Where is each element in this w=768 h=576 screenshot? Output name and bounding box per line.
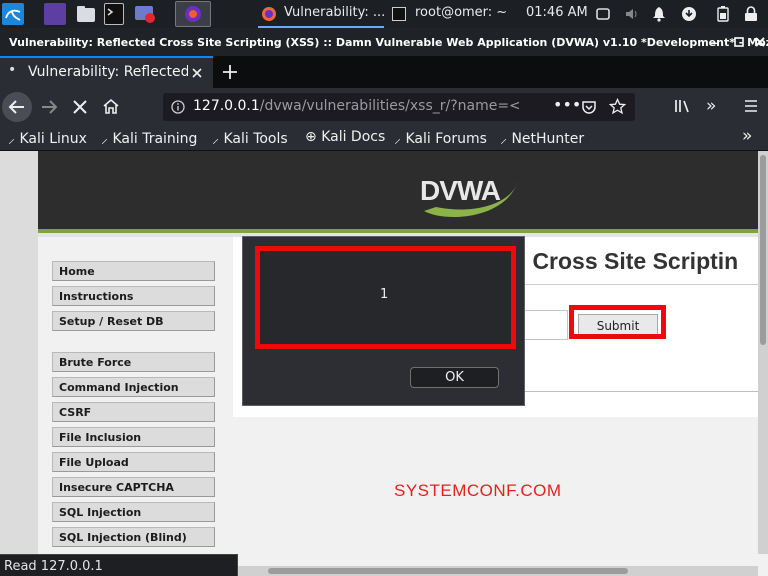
url-path: /dvwa/vulnerabilities/xss_r/?name=<scrip [259,98,519,114]
bookmark-kali-tools[interactable]: ⸝ Kali Tools [212,129,288,148]
battery-icon[interactable] [717,6,729,22]
alert-highlight-box [255,246,516,349]
taskbar-terminal-label: root@omer: ~ [415,5,508,20]
dvwa-header: DVWA [38,151,768,233]
url-bar[interactable]: 127.0.0.1/dvwa/vulnerabilities/xss_r/?na… [163,93,635,121]
bookmark-kali-forums[interactable]: ⸝ Kali Forums [394,129,487,148]
menu-setup-reset[interactable]: Setup / Reset DB [52,311,215,331]
tab-favicon-icon: • [8,62,17,78]
volume-icon[interactable] [624,6,640,22]
clock[interactable]: 01:46 AM [526,5,588,20]
navigation-toolbar: 127.0.0.1/dvwa/vulnerabilities/xss_r/?na… [0,88,768,126]
dvwa-logo-text: DVWA [420,175,501,206]
site-info-icon[interactable] [171,100,185,114]
menu-file-upload[interactable]: File Upload [52,452,215,472]
forward-arrow-icon[interactable] [40,99,58,115]
close-tab-icon[interactable] [192,68,202,78]
home-icon[interactable] [102,98,120,115]
menu-instructions[interactable]: Instructions [52,286,215,306]
horizontal-scrollbar[interactable] [238,566,758,576]
update-icon[interactable] [681,6,697,22]
menu-csrf[interactable]: CSRF [52,402,215,422]
workspace-icon[interactable] [44,3,66,25]
tab-label: Vulnerability: Reflected C [28,64,188,80]
watermark: SYSTEMCONF.COM [394,481,562,500]
ok-button[interactable]: OK [410,367,499,388]
notification-bell-icon[interactable] [652,6,666,22]
url-text[interactable]: 127.0.0.1/dvwa/vulnerabilities/xss_r/?na… [193,98,519,114]
window-switch-icon[interactable] [596,7,610,21]
menu-brute-force[interactable]: Brute Force [52,352,215,372]
status-bar: Read 127.0.0.1 [0,554,238,576]
bookmark-kali-docs[interactable]: ⊕ Kali Docs [305,129,385,145]
kali-menu-icon[interactable] [2,3,24,25]
menu-sql-injection[interactable]: SQL Injection [52,502,215,522]
bookmark-label: Kali Docs [321,129,386,145]
back-button[interactable] [2,92,32,122]
kali-dragon-icon: ⸝ [8,131,15,147]
close-window-icon[interactable] [755,37,765,47]
dvwa-logo: DVWA [416,163,526,223]
url-host: 127.0.0.1 [193,98,260,114]
file-manager-icon[interactable] [76,3,96,25]
firefox-launcher-icon[interactable] [175,1,211,27]
tab-strip: • Vulnerability: Reflected C [0,56,768,88]
menu-home[interactable]: Home [52,261,215,281]
menu-command-injection[interactable]: Command Injection [52,377,215,397]
bookmark-kali-training[interactable]: ⸝ Kali Training [101,129,197,148]
bookmark-label: Kali Linux [19,131,87,147]
window-titlebar: Vulnerability: Reflected Cross Site Scri… [0,28,768,56]
screen-recorder-icon[interactable] [134,3,156,25]
terminal-icon[interactable] [104,3,124,25]
kali-dragon-icon: ⸝ [101,131,108,147]
taskbar-firefox-label: Vulnerability: ... [284,5,386,20]
bookmark-label: Kali Training [112,131,198,147]
lock-screen-icon[interactable] [744,6,758,22]
name-input[interactable] [520,310,568,340]
kali-dragon-icon: ⸝ [500,131,507,147]
bookmarks-overflow-icon[interactable]: » [742,126,752,146]
bookmark-kali-linux[interactable]: ⸝ Kali Linux [8,129,87,148]
stop-loading-icon[interactable] [72,99,88,115]
overflow-chevron-icon[interactable]: » [706,96,716,116]
page-actions-icon[interactable]: ••• [553,95,581,114]
hamburger-menu-icon[interactable] [744,99,758,113]
horizontal-scroll-thumb[interactable] [268,568,628,574]
bookmark-label: Kali Forums [405,131,487,147]
menu-sql-injection-blind[interactable]: SQL Injection (Blind) [52,527,215,547]
tab-vulnerability[interactable]: • Vulnerability: Reflected C [0,56,213,88]
library-icon[interactable] [674,98,692,114]
kali-dragon-icon: ⸝ [394,131,401,147]
minimize-icon[interactable]: _ [711,30,718,45]
kali-dragon-icon: ⸝ [212,131,219,147]
menu-insecure-captcha[interactable]: Insecure CAPTCHA [52,477,215,497]
pocket-icon[interactable] [581,99,597,115]
bookmark-nethunter[interactable]: ⸝ NetHunter [500,129,584,148]
menu-file-inclusion[interactable]: File Inclusion [52,427,215,447]
taskbar-firefox-window[interactable]: Vulnerability: ... [258,0,386,28]
bookmarks-toolbar: ⸝ Kali Linux ⸝ Kali Training ⸝ Kali Tool… [0,126,768,151]
page-left-margin [0,151,38,576]
globe-icon: ⊕ [305,129,317,145]
vertical-scrollbar[interactable] [758,151,768,554]
maximize-icon[interactable] [734,37,744,47]
vertical-scroll-thumb[interactable] [760,155,766,345]
system-taskbar: Vulnerability: ... root@omer: ~ 01:46 AM [0,0,768,28]
bookmark-label: NetHunter [511,131,585,147]
bookmark-star-icon[interactable] [609,98,626,115]
bookmark-label: Kali Tools [223,131,288,147]
window-title: Vulnerability: Reflected Cross Site Scri… [9,36,768,49]
submit-highlight-box [569,305,666,339]
back-arrow-icon [8,100,24,114]
new-tab-icon[interactable] [222,64,238,80]
taskbar-terminal-window[interactable]: root@omer: ~ [388,0,514,28]
page-heading: d Cross Site Scriptin [512,248,739,274]
